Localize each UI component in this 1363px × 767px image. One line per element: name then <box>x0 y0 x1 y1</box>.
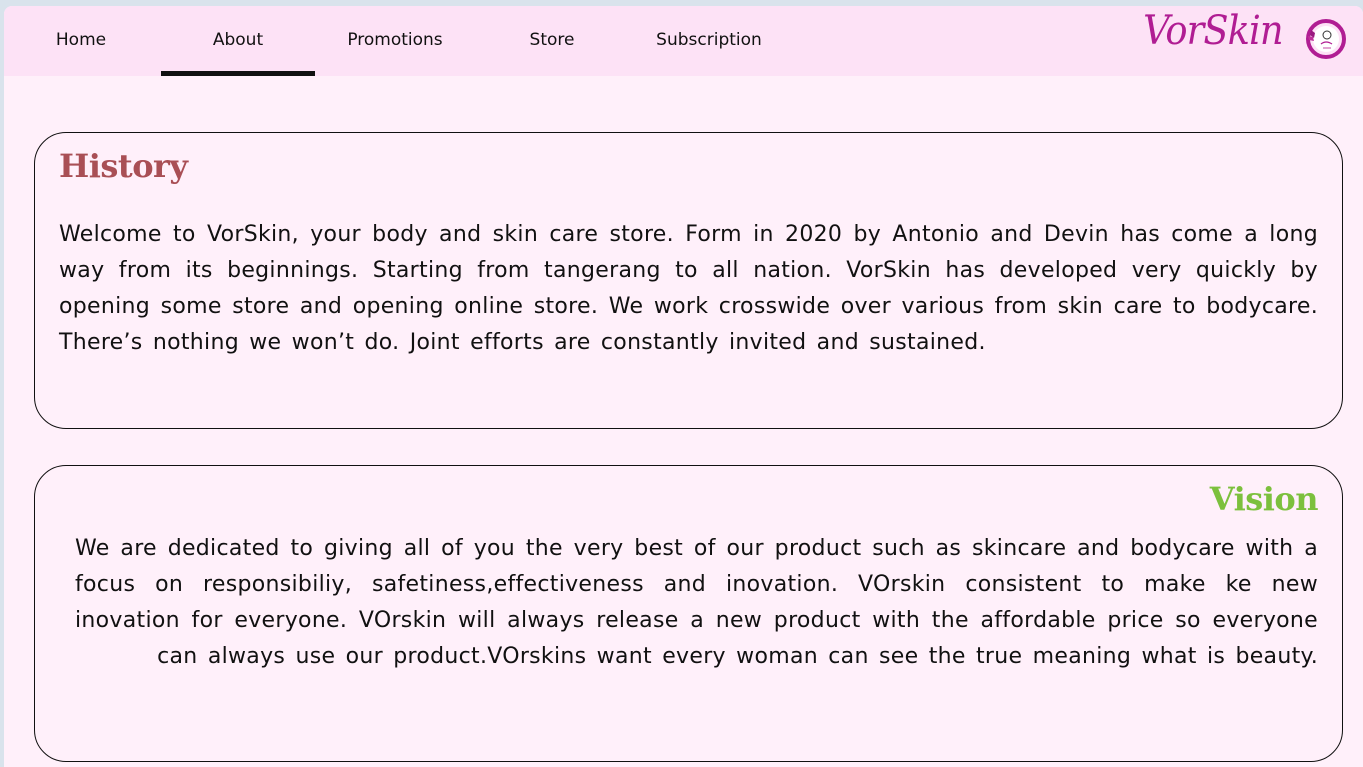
page-frame: Home About Promotions Store Subscription… <box>4 6 1363 767</box>
nav-promotions[interactable]: Promotions <box>318 6 472 76</box>
top-navbar: Home About Promotions Store Subscription… <box>4 6 1363 76</box>
vision-card: Vision We are dedicated to giving all of… <box>34 465 1343 762</box>
vision-title: Vision <box>1209 480 1319 518</box>
history-title: History <box>59 147 188 185</box>
brand-wordmark[interactable]: VorSkin <box>1144 8 1284 54</box>
vision-text: We are dedicated to giving all of you th… <box>75 536 1318 669</box>
vorskin-logo-icon[interactable] <box>1305 18 1347 60</box>
nav-about[interactable]: About <box>161 6 315 76</box>
history-text: Welcome to VorSkin, your body and skin c… <box>59 222 1318 355</box>
nav-store[interactable]: Store <box>475 6 629 76</box>
nav-subscription[interactable]: Subscription <box>632 6 786 76</box>
history-card: History Welcome to VorSkin, your body an… <box>34 132 1343 429</box>
nav-home[interactable]: Home <box>4 6 158 76</box>
